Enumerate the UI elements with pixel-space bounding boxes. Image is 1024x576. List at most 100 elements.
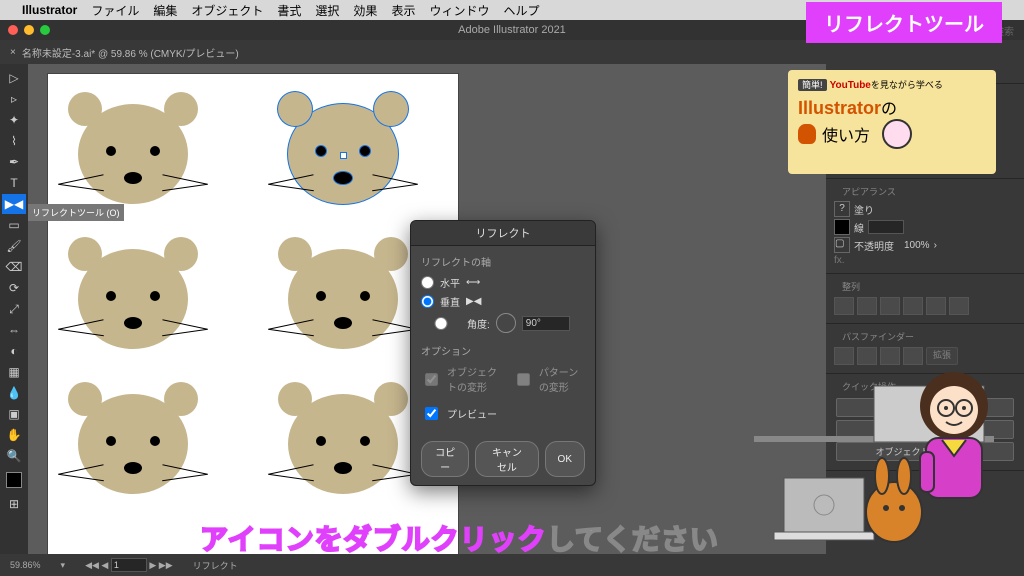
lasso-tool-icon[interactable]: ⌇ bbox=[2, 131, 26, 151]
fill-stroke-icon[interactable] bbox=[2, 467, 26, 493]
artboard-nav-next-icon[interactable]: ▶ ▶▶ bbox=[149, 560, 172, 570]
menu-object[interactable]: オブジェクト bbox=[191, 2, 263, 19]
subtitle-overlay: アイコンをダブルクリックしてください bbox=[200, 518, 719, 558]
close-icon[interactable] bbox=[8, 25, 18, 35]
video-title-overlay: リフレクトツール bbox=[806, 2, 1002, 43]
minimize-icon[interactable] bbox=[24, 25, 34, 35]
artwork-mouse-4[interactable] bbox=[288, 249, 398, 349]
stroke-weight-input[interactable] bbox=[868, 220, 904, 234]
artboard-tool-icon[interactable]: ▣ bbox=[2, 404, 26, 424]
document-tab[interactable]: 名称未設定-3.ai* @ 59.86 % (CMYK/プレビュー) bbox=[22, 45, 239, 60]
transform-objects-label: オブジェクトの変形 bbox=[447, 364, 507, 394]
sticky-yt-after: を見ながら学べる bbox=[871, 80, 943, 90]
dialog-title: リフレクト bbox=[411, 221, 595, 246]
zoom-level[interactable]: 59.86% bbox=[10, 560, 41, 570]
sticky-mascot-icon bbox=[798, 124, 816, 144]
menu-view[interactable]: 表示 bbox=[391, 2, 415, 19]
appearance-section: アピアランス ?塗り 線 ▢ 不透明度 100% › fx. bbox=[826, 179, 1024, 274]
tool-panel: ▷ ▹ ✦ ⌇ ✒ T ▶◀ ▭ 🖌 ⌫ ⟳ ⤢ ⇔ ◐ ▦ 💧 ▣ ✋ 🔍 ⊞… bbox=[0, 64, 28, 554]
artwork-mouse-3[interactable] bbox=[78, 249, 188, 349]
horizontal-label: 水平 bbox=[440, 275, 460, 290]
eraser-tool-icon[interactable]: ⌫ bbox=[2, 257, 26, 277]
options-label: オプション bbox=[421, 343, 585, 358]
angle-value-input[interactable] bbox=[522, 316, 570, 331]
sticky-illustrator: Illustrator bbox=[798, 98, 881, 118]
transform-patterns-checkbox bbox=[517, 373, 530, 386]
paintbrush-tool-icon[interactable]: 🖌 bbox=[2, 236, 26, 256]
transform-objects-checkbox bbox=[425, 373, 438, 386]
vertical-radio[interactable] bbox=[421, 295, 434, 308]
chevron-down-icon[interactable]: ▾ bbox=[61, 560, 66, 571]
transform-patterns-label: パターンの変形 bbox=[539, 364, 585, 394]
screen-mode-icon[interactable]: ⊞ bbox=[2, 494, 26, 514]
axis-h-icon: ⟷ bbox=[466, 277, 480, 288]
opacity-value[interactable]: 100% bbox=[904, 240, 930, 251]
hand-tool-icon[interactable]: ✋ bbox=[2, 425, 26, 445]
app-name[interactable]: Illustrator bbox=[22, 3, 77, 17]
dialog-angle-label: 角度: bbox=[467, 316, 490, 331]
zoom-tool-icon[interactable]: 🔍 bbox=[2, 446, 26, 466]
menu-help[interactable]: ヘルプ bbox=[503, 2, 539, 19]
sticky-tag: 簡単! bbox=[798, 79, 827, 91]
fill-label: 塗り bbox=[854, 202, 874, 217]
angle-radio[interactable] bbox=[421, 317, 461, 330]
selection-tool-icon[interactable]: ▷ bbox=[2, 68, 26, 88]
horizontal-radio[interactable] bbox=[421, 276, 434, 289]
menu-type[interactable]: 書式 bbox=[277, 2, 301, 19]
artboard-nav-prev-icon[interactable]: ◀◀ ◀ bbox=[85, 560, 108, 570]
preview-label: プレビュー bbox=[447, 406, 497, 421]
menu-file[interactable]: ファイル bbox=[91, 2, 139, 19]
reflect-tool-icon[interactable]: ▶◀ bbox=[2, 194, 26, 214]
close-tab-icon[interactable]: × bbox=[10, 47, 16, 58]
opacity-label: 不透明度 bbox=[854, 238, 894, 253]
preview-checkbox[interactable] bbox=[425, 407, 438, 420]
reflect-dialog: リフレクト リフレクトの軸 水平 ⟷ 垂直 ▶◀ 角度: オプション オブジェク… bbox=[410, 220, 596, 486]
sticky-note-overlay: 簡単! YouTubeを見ながら学べる Illustratorの 使い方 bbox=[788, 70, 996, 174]
menu-select[interactable]: 選択 bbox=[315, 2, 339, 19]
character-illustration bbox=[754, 286, 994, 566]
current-tool-label: リフレクト bbox=[193, 559, 238, 572]
stroke-label: 線 bbox=[854, 220, 864, 235]
subtitle-pink: アイコンをダブルクリック bbox=[200, 524, 547, 555]
sticky-usage: 使い方 bbox=[822, 122, 870, 146]
selection-anchor[interactable] bbox=[340, 152, 347, 159]
tool-tooltip: リフレクトツール (O) bbox=[28, 204, 124, 221]
direct-selection-tool-icon[interactable]: ▹ bbox=[2, 89, 26, 109]
traffic-lights bbox=[8, 25, 50, 35]
appearance-title: アピアランス bbox=[834, 181, 1016, 200]
pen-tool-icon[interactable]: ✒ bbox=[2, 152, 26, 172]
opacity-swatch[interactable]: ▢ bbox=[834, 237, 850, 253]
maximize-icon[interactable] bbox=[40, 25, 50, 35]
rotate-tool-icon[interactable]: ⟳ bbox=[2, 278, 26, 298]
stroke-swatch[interactable] bbox=[834, 219, 850, 235]
scale-tool-icon[interactable]: ⤢ bbox=[2, 299, 26, 319]
artwork-mouse-2-selected[interactable] bbox=[288, 104, 398, 204]
menu-window[interactable]: ウィンドウ bbox=[429, 2, 489, 19]
menu-edit[interactable]: 編集 bbox=[153, 2, 177, 19]
angle-dial-icon[interactable] bbox=[496, 313, 516, 333]
chevron-right-icon[interactable]: › bbox=[934, 240, 937, 251]
document-tabbar: × 名称未設定-3.ai* @ 59.86 % (CMYK/プレビュー) bbox=[0, 40, 1024, 64]
gradient-tool-icon[interactable]: ▦ bbox=[2, 362, 26, 382]
app-title: Adobe Illustrator 2021 bbox=[458, 24, 566, 36]
ok-button[interactable]: OK bbox=[545, 441, 585, 477]
type-tool-icon[interactable]: T bbox=[2, 173, 26, 193]
artboard-number[interactable] bbox=[111, 558, 147, 572]
rectangle-tool-icon[interactable]: ▭ bbox=[2, 215, 26, 235]
cancel-button[interactable]: キャンセル bbox=[475, 441, 538, 477]
sticky-youtube: YouTube bbox=[830, 80, 871, 91]
width-tool-icon[interactable]: ⇔ bbox=[2, 320, 26, 340]
artwork-mouse-5[interactable] bbox=[78, 394, 188, 494]
artwork-mouse-1[interactable] bbox=[78, 104, 188, 204]
axis-label: リフレクトの軸 bbox=[421, 254, 585, 269]
shape-builder-tool-icon[interactable]: ◐ bbox=[2, 341, 26, 361]
eyedropper-tool-icon[interactable]: 💧 bbox=[2, 383, 26, 403]
vertical-label: 垂直 bbox=[440, 294, 460, 309]
copy-button[interactable]: コピー bbox=[421, 441, 469, 477]
fill-swatch[interactable]: ? bbox=[834, 201, 850, 217]
magic-wand-tool-icon[interactable]: ✦ bbox=[2, 110, 26, 130]
menu-effect[interactable]: 効果 bbox=[353, 2, 377, 19]
sticky-avatar-icon bbox=[882, 119, 912, 149]
artwork-mouse-6[interactable] bbox=[288, 394, 398, 494]
artboard[interactable] bbox=[48, 74, 458, 554]
